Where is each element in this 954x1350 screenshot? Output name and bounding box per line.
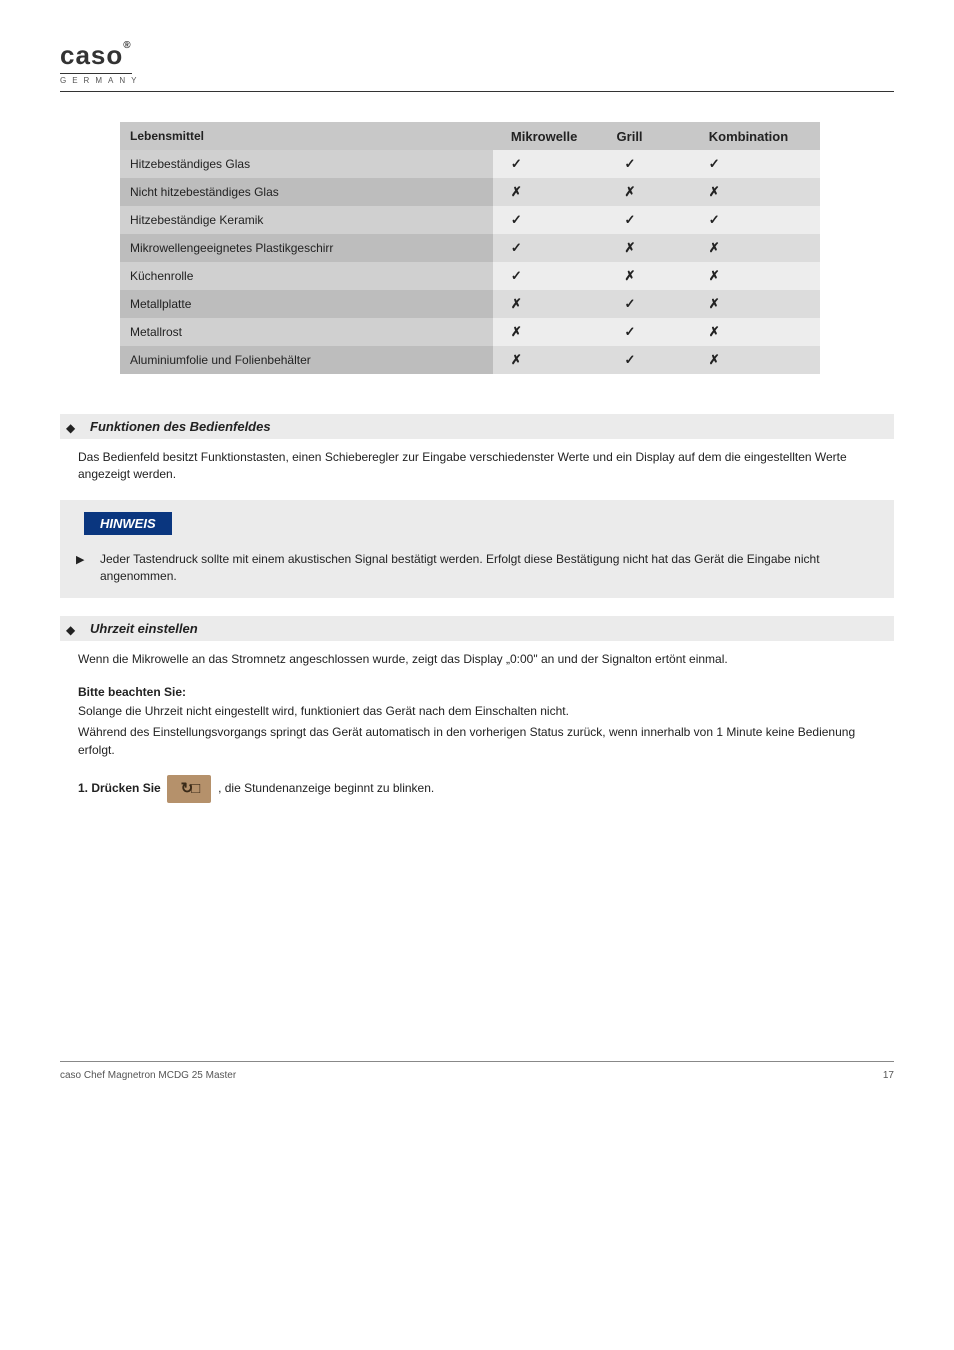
note-line: Solange die Uhrzeit nicht eingestellt wi… — [78, 703, 894, 720]
table-row: Nicht hitzebeständiges Glas✗✗✗ — [120, 178, 820, 206]
brand-logo: caso® — [60, 40, 132, 74]
notice-label: HINWEIS — [84, 512, 172, 535]
header-rule — [60, 91, 894, 92]
diamond-icon: ◆ — [66, 623, 75, 637]
table-row: Metallplatte✗✓✗ — [120, 290, 820, 318]
notice-item: ▶ Jeder Tastendruck sollte mit einem aku… — [70, 551, 884, 585]
sub-heading: Bitte beachten Sie: — [78, 685, 894, 699]
col-microwave: Mikrowelle — [493, 122, 607, 150]
diamond-icon: ◆ — [66, 421, 75, 435]
note-line: Während des Einstellungsvorgangs springt… — [78, 724, 894, 759]
page-footer: caso Chef Magnetron MCDG 25 Master 17 — [60, 1061, 894, 1081]
brand-subtitle: GERMANY — [60, 76, 894, 85]
step-line: 1. Drücken Sie , die Stundenanzeige begi… — [78, 775, 894, 803]
table-row: Metallrost✗✓✗ — [120, 318, 820, 346]
table-header-row: Lebensmittel Mikrowelle Grill Kombinatio… — [120, 122, 820, 150]
footer-model: caso Chef Magnetron MCDG 25 Master — [60, 1070, 236, 1081]
triangle-icon: ▶ — [76, 553, 84, 568]
section-body: Das Bedienfeld besitzt Funktionstasten, … — [78, 449, 894, 484]
col-combination: Kombination — [691, 122, 820, 150]
table-row: Aluminiumfolie und Folienbehälter✗✓✗ — [120, 346, 820, 374]
notice-box: HINWEIS ▶ Jeder Tastendruck sollte mit e… — [60, 500, 894, 599]
col-grill: Grill — [607, 122, 691, 150]
table-row: Mikrowellengeeignetes Plastikgeschirr✓✗✗ — [120, 234, 820, 262]
footer-page-number: 17 — [883, 1070, 894, 1081]
materials-table: Lebensmittel Mikrowelle Grill Kombinatio… — [120, 122, 894, 374]
section-heading-functions: ◆ Funktionen des Bedienfeldes — [60, 414, 894, 439]
col-food: Lebensmittel — [120, 122, 493, 150]
table-row: Hitzebeständiges Glas✓✓✓ — [120, 150, 820, 178]
section-heading-clock: ◆ Uhrzeit einstellen — [60, 616, 894, 641]
table-row: Küchenrolle✓✗✗ — [120, 262, 820, 290]
section-body: Wenn die Mikrowelle an das Stromnetz ang… — [78, 651, 894, 668]
clock-button-icon — [167, 775, 211, 803]
table-row: Hitzebeständige Keramik✓✓✓ — [120, 206, 820, 234]
